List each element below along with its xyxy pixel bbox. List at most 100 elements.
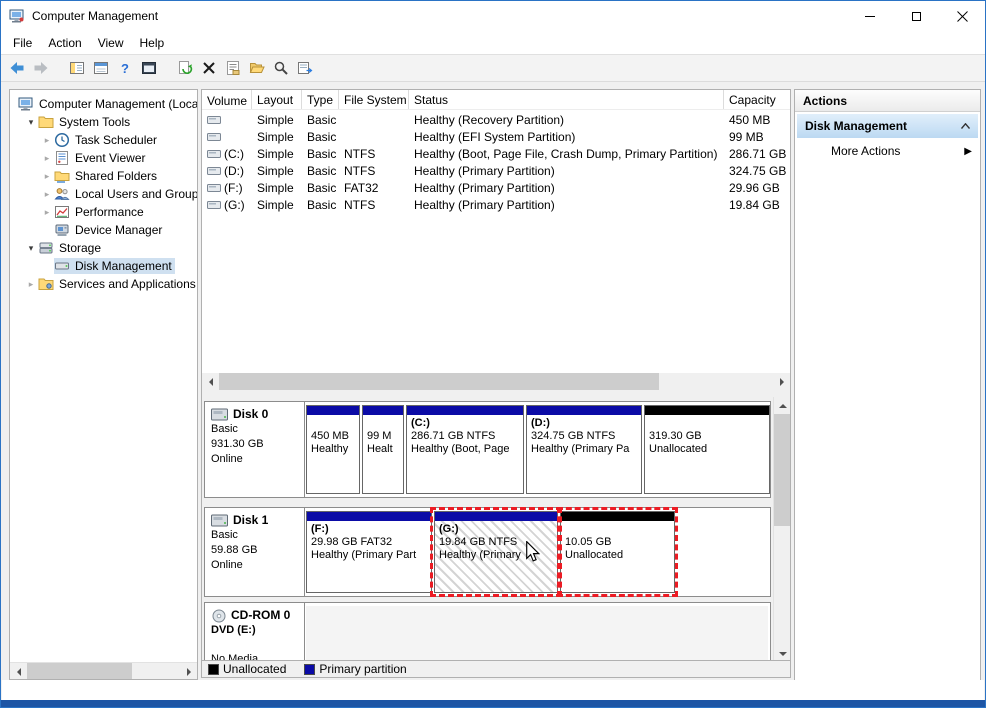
volume-row-g[interactable]: (G:) Simple Basic NTFS Healthy (Primary … bbox=[202, 196, 790, 213]
tree-item-device-manager[interactable]: Device Manager bbox=[10, 221, 197, 239]
tree-item-system-tools[interactable]: ▾ System Tools bbox=[10, 113, 197, 131]
disk-1-label[interactable]: Disk 1 Basic 59.88 GB Online bbox=[205, 508, 305, 596]
partition-size: 319.30 GB bbox=[649, 430, 765, 443]
menu-file[interactable]: File bbox=[5, 31, 40, 54]
maximize-button[interactable] bbox=[893, 1, 939, 31]
volume-row-d[interactable]: (D:) Simple Basic NTFS Healthy (Primary … bbox=[202, 162, 790, 179]
tree-item-disk-management[interactable]: Disk Management bbox=[10, 257, 197, 275]
tree-horizontal-scrollbar[interactable] bbox=[10, 662, 197, 679]
tree-item-label: Task Scheduler bbox=[72, 132, 160, 148]
tree-item-task-scheduler[interactable]: ▸ Task Scheduler bbox=[10, 131, 197, 149]
partition-unallocated-disk1[interactable]: 10.05 GB Unallocated bbox=[560, 511, 675, 593]
show-console-tree-icon[interactable] bbox=[69, 60, 85, 76]
column-header-capacity[interactable]: Capacity bbox=[724, 90, 790, 109]
partition-label bbox=[311, 417, 355, 430]
expander-expanded-icon[interactable]: ▾ bbox=[24, 243, 38, 254]
scroll-left-arrow[interactable] bbox=[10, 663, 27, 680]
tree-item-event-viewer[interactable]: ▸ Event Viewer bbox=[10, 149, 197, 167]
forward-icon[interactable] bbox=[33, 60, 49, 76]
pane-splitter[interactable] bbox=[202, 390, 790, 397]
partition-size: 10.05 GB bbox=[565, 536, 670, 549]
partition-size: 324.75 GB NTFS bbox=[531, 430, 637, 443]
scroll-left-arrow[interactable] bbox=[202, 373, 219, 390]
expander-expanded-icon[interactable]: ▾ bbox=[24, 117, 38, 128]
expander-collapsed-icon[interactable]: ▸ bbox=[40, 207, 54, 218]
console-window-icon[interactable] bbox=[141, 60, 157, 76]
partition-unallocated-disk0[interactable]: 319.30 GB Unallocated bbox=[644, 405, 770, 494]
collapse-chevron-icon[interactable] bbox=[961, 123, 970, 129]
open-icon[interactable] bbox=[249, 60, 265, 76]
partition-color-bar bbox=[435, 512, 557, 521]
disk-type: Basic bbox=[211, 422, 298, 437]
partition-legend: Unallocated Primary partition bbox=[202, 660, 790, 677]
partition-color-bar bbox=[645, 406, 769, 415]
tree-item-label: Performance bbox=[72, 204, 147, 220]
column-header-type[interactable]: Type bbox=[302, 90, 339, 109]
partition-recovery[interactable]: 450 MB Healthy bbox=[306, 405, 360, 494]
scrollbar-thumb[interactable] bbox=[774, 414, 790, 526]
title-bar: Computer Management bbox=[1, 1, 985, 31]
cdrom-0-label[interactable]: CD-ROM 0 DVD (E:) No Media bbox=[205, 603, 305, 662]
volume-row-c[interactable]: (C:) Simple Basic NTFS Healthy (Boot, Pa… bbox=[202, 145, 790, 162]
scroll-right-arrow[interactable] bbox=[773, 373, 790, 390]
menu-view[interactable]: View bbox=[90, 31, 132, 54]
partition-f[interactable]: (F:) 29.98 GB FAT32 Healthy (Primary Par… bbox=[306, 511, 432, 593]
column-header-volume[interactable]: Volume bbox=[202, 90, 252, 109]
volume-row-efi[interactable]: Simple Basic Healthy (EFI System Partiti… bbox=[202, 128, 790, 145]
more-actions-item[interactable]: More Actions ▶ bbox=[795, 140, 980, 162]
minimize-button[interactable] bbox=[847, 1, 893, 31]
tree-item-label: System Tools bbox=[56, 114, 133, 130]
disk-0-label[interactable]: Disk 0 Basic 931.30 GB Online bbox=[205, 402, 305, 497]
device-manager-icon bbox=[54, 222, 72, 238]
close-button[interactable] bbox=[939, 1, 985, 31]
window-title: Computer Management bbox=[32, 9, 158, 23]
delete-icon[interactable] bbox=[201, 60, 217, 76]
expander-collapsed-icon[interactable]: ▸ bbox=[40, 135, 54, 146]
actions-disk-management-section[interactable]: Disk Management bbox=[797, 114, 978, 138]
disk-drive-icon bbox=[211, 408, 229, 421]
expander-collapsed-icon[interactable]: ▸ bbox=[24, 279, 38, 290]
tree-item-services-and-applications[interactable]: ▸ Services and Applications bbox=[10, 275, 197, 293]
expander-collapsed-icon[interactable]: ▸ bbox=[40, 189, 54, 200]
disk-name: Disk 1 bbox=[233, 513, 268, 528]
tree-item-storage[interactable]: ▾ Storage bbox=[10, 239, 197, 257]
actions-header: Actions bbox=[795, 90, 980, 112]
help-icon[interactable]: ? bbox=[117, 60, 133, 76]
console-tree-pane: Computer Management (Local ▾ System Tool… bbox=[9, 89, 198, 680]
column-header-file-system[interactable]: File System bbox=[339, 90, 409, 109]
scroll-right-arrow[interactable] bbox=[180, 663, 197, 680]
volume-table-horizontal-scrollbar[interactable] bbox=[202, 373, 790, 390]
tree-item-shared-folders[interactable]: ▸ Shared Folders bbox=[10, 167, 197, 185]
partition-efi[interactable]: 99 M Healt bbox=[362, 405, 404, 494]
tree-item-performance[interactable]: ▸ Performance bbox=[10, 203, 197, 221]
shared-folder-icon bbox=[54, 168, 72, 184]
partition-size: 286.71 GB NTFS bbox=[411, 430, 519, 443]
graphical-vertical-scrollbar[interactable] bbox=[773, 397, 790, 662]
export-list-icon[interactable] bbox=[297, 60, 313, 76]
window-footer-area bbox=[2, 680, 984, 700]
tree-item-local-users-and-groups[interactable]: ▸ Local Users and Groups bbox=[10, 185, 197, 203]
show-properties-icon[interactable] bbox=[93, 60, 109, 76]
column-header-layout[interactable]: Layout bbox=[252, 90, 302, 109]
expander-collapsed-icon[interactable]: ▸ bbox=[40, 171, 54, 182]
back-icon[interactable] bbox=[9, 60, 25, 76]
disk-0-row: Disk 0 Basic 931.30 GB Online 450 MB Hea… bbox=[204, 401, 771, 498]
column-header-status[interactable]: Status bbox=[409, 90, 724, 109]
tree-item-computer-management[interactable]: Computer Management (Local bbox=[10, 95, 197, 113]
volume-row-f[interactable]: (F:) Simple Basic FAT32 Healthy (Primary… bbox=[202, 179, 790, 196]
scroll-up-arrow[interactable] bbox=[774, 397, 790, 414]
minimize-icon bbox=[865, 16, 875, 17]
menu-action[interactable]: Action bbox=[40, 31, 89, 54]
scrollbar-thumb[interactable] bbox=[27, 663, 132, 680]
expander-collapsed-icon[interactable]: ▸ bbox=[40, 153, 54, 164]
disk-type: Basic bbox=[211, 528, 298, 543]
partition-c[interactable]: (C:) 286.71 GB NTFS Healthy (Boot, Page bbox=[406, 405, 524, 494]
menu-help[interactable]: Help bbox=[132, 31, 173, 54]
partition-d[interactable]: (D:) 324.75 GB NTFS Healthy (Primary Pa bbox=[526, 405, 642, 494]
volume-row-recovery[interactable]: Simple Basic Healthy (Recovery Partition… bbox=[202, 111, 790, 128]
partition-label: (F:) bbox=[311, 523, 427, 536]
scrollbar-thumb[interactable] bbox=[219, 373, 659, 390]
properties-icon[interactable] bbox=[225, 60, 241, 76]
find-icon[interactable] bbox=[273, 60, 289, 76]
refresh-icon[interactable] bbox=[177, 60, 193, 76]
